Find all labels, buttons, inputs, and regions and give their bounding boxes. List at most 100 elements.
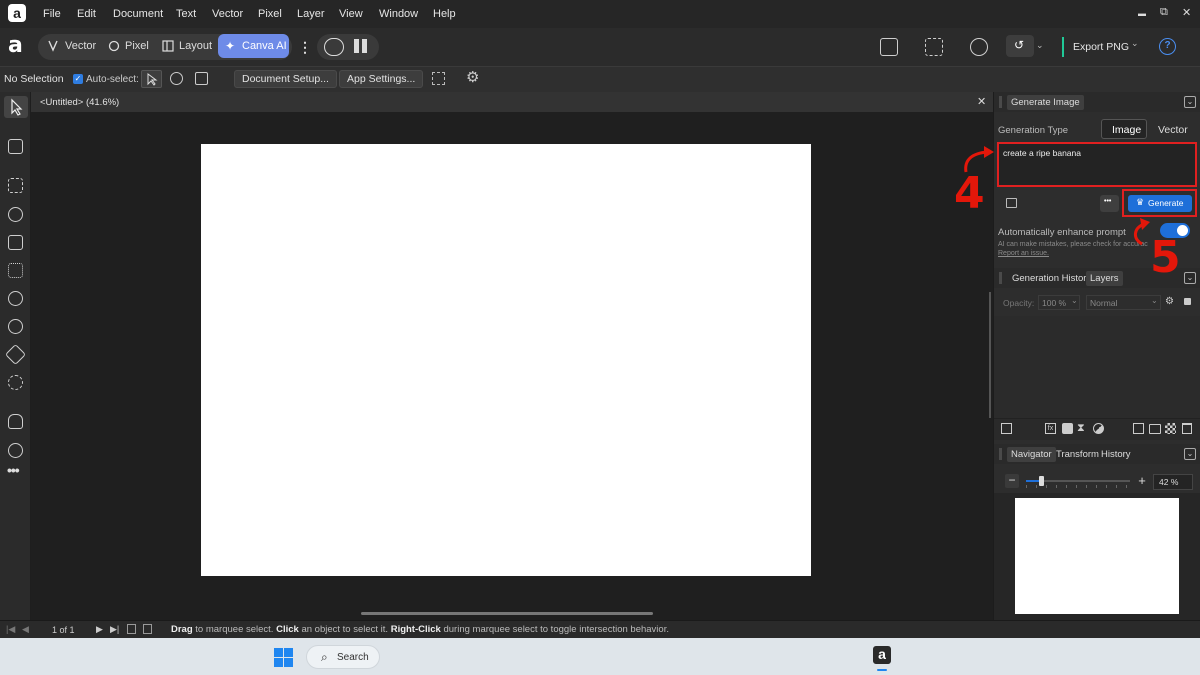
persona-canva-ai[interactable]: ✦ Canva AI [218,34,289,58]
close-icon[interactable]: ✕ [1182,6,1191,19]
mask-icon[interactable] [1062,423,1073,434]
move-tool[interactable] [4,96,28,118]
more-vertical-icon[interactable]: ⋮ [298,40,312,54]
document-setup-button[interactable]: Document Setup... [234,70,337,88]
document-tab[interactable]: <Untitled> (41.6%) [40,97,119,108]
effects-tool-icon[interactable] [8,375,23,390]
app-logo-icon[interactable]: a [8,4,26,22]
gear-icon[interactable]: ⚙ [1165,296,1174,307]
app-settings-button[interactable]: App Settings... [339,70,424,88]
brush-tool-icon[interactable] [8,291,23,306]
fx-icon[interactable]: fx [1045,423,1056,434]
panel-grip[interactable] [999,96,1002,108]
folder-icon[interactable] [1149,424,1161,434]
menu-layer[interactable]: Layer [297,8,325,20]
artboard[interactable] [201,144,811,576]
select-pointer-button[interactable] [141,70,162,88]
pattern-tool-icon[interactable] [8,263,23,278]
menu-view[interactable]: View [339,8,363,20]
magic-tool-icon[interactable] [8,207,23,222]
chevron-down-icon[interactable]: ⌄ [1036,40,1044,51]
auto-select-checkbox[interactable]: ✓ [73,74,83,84]
menu-help[interactable]: Help [433,8,456,20]
chevron-down-icon[interactable]: ⌄ [1184,448,1196,460]
more-options-button[interactable]: ••• [1100,195,1119,212]
group-icon[interactable] [1133,423,1144,434]
hourglass-icon[interactable]: ⧗ [1077,423,1088,434]
zoom-out-button[interactable]: − [1005,474,1019,488]
arrange-icon[interactable] [432,72,445,85]
export-png-button[interactable]: Export PNG ⌄ [1062,37,1139,57]
tab-generation-history[interactable]: Generation History [1008,271,1095,286]
grid-icon[interactable] [354,39,368,53]
type-vector-button[interactable]: Vector [1158,124,1188,136]
opacity-field[interactable]: 100 % ⌄ [1038,295,1080,310]
windows-start-icon[interactable] [274,648,293,667]
crop-tool-icon[interactable] [8,178,23,193]
layers-list[interactable] [994,316,1200,418]
menu-pixel[interactable]: Pixel [258,8,282,20]
zoom-slider[interactable] [1026,476,1130,486]
close-icon[interactable]: ✕ [977,95,986,108]
chevron-down-icon[interactable]: ⌄ [1184,96,1196,108]
chevron-down-icon[interactable]: ⌄ [1184,272,1196,284]
persona-pixel[interactable]: Pixel [125,40,149,52]
select-subject-icon[interactable] [925,38,943,56]
menu-document[interactable]: Document [113,8,163,20]
tab-generate-image[interactable]: Generate Image [1007,95,1084,110]
fill-tool-icon[interactable] [8,319,23,334]
page-indicator: 1 of 1 [52,625,75,635]
tab-layers[interactable]: Layers [1086,271,1123,286]
menu-edit[interactable]: Edit [77,8,96,20]
affinity-taskbar-icon[interactable]: a [873,646,891,664]
gear-icon[interactable]: ⚙ [466,70,479,86]
next-page-icon[interactable]: ▶ [96,624,103,635]
minimize-icon[interactable]: ▬ [1138,9,1146,18]
panel-grip[interactable] [999,272,1002,284]
page-icon[interactable] [127,624,136,634]
image-tool-icon[interactable] [8,235,23,250]
tab-history[interactable]: History [1097,447,1135,462]
adjustment-icon[interactable] [1093,423,1104,434]
panel-grip[interactable] [999,448,1002,460]
navigator-thumbnail[interactable] [1015,498,1179,614]
menu-text[interactable]: Text [176,8,196,20]
assistant-icon[interactable] [324,38,344,56]
prev-page-icon[interactable]: ◀ [22,624,29,635]
trash-icon[interactable] [1182,423,1192,434]
persona-layout[interactable]: Layout [179,40,212,52]
panel-scrollbar[interactable] [989,292,991,418]
pixel-layer-icon[interactable] [1165,423,1176,434]
image-reference-icon[interactable] [1006,198,1017,208]
flow-button[interactable]: ↺ [1006,35,1034,57]
restore-icon[interactable]: ⧉ [1160,6,1168,19]
blend-mode-select[interactable]: Normal ⌄ [1086,295,1161,310]
snapping-icon[interactable] [880,38,898,56]
select-layers-icon[interactable] [195,72,208,85]
edit-icon[interactable] [1001,423,1012,434]
menu-file[interactable]: File [43,8,61,20]
report-issue-link[interactable]: Report an issue. [998,250,1049,257]
tab-navigator[interactable]: Navigator [1007,447,1056,462]
first-page-icon[interactable]: |◀ [6,624,15,635]
hand-tool-icon[interactable] [8,414,23,429]
more-tools-icon[interactable]: ••• [7,462,20,478]
pages-icon[interactable] [143,624,152,634]
zoom-field[interactable]: 42 % [1153,474,1193,490]
menu-vector[interactable]: Vector [212,8,243,20]
link-icon[interactable] [970,38,988,56]
app-logo-icon[interactable]: a [8,35,30,57]
menu-window[interactable]: Window [379,8,418,20]
zoom-in-button[interactable]: + [1135,474,1149,488]
type-image-button[interactable]: Image [1101,119,1147,139]
tab-transform[interactable]: Transform [1052,447,1103,462]
last-page-icon[interactable]: ▶| [110,624,119,635]
lock-icon[interactable] [1184,298,1191,305]
help-icon[interactable]: ? [1159,38,1176,55]
node-tool-icon[interactable] [8,139,23,154]
select-shapes-icon[interactable] [170,72,183,85]
persona-vector[interactable]: Vector [65,40,96,52]
zoom-tool-icon[interactable] [8,443,23,458]
horizontal-scrollbar[interactable] [361,612,653,615]
taskbar-search[interactable]: ⌕ Search [306,645,380,669]
